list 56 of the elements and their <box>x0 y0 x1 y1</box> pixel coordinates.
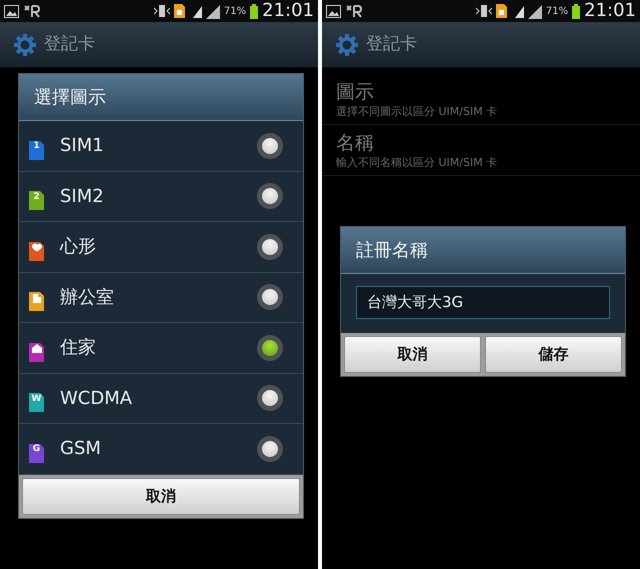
battery-icon <box>572 4 580 18</box>
icon-option[interactable]: 住家 <box>19 323 303 374</box>
signal-icon <box>528 4 542 18</box>
option-label: 住家 <box>60 336 97 360</box>
option-label: GSM <box>60 437 102 462</box>
vibrate-icon <box>476 4 492 18</box>
name-field[interactable]: 台灣大哥大3G <box>356 286 610 319</box>
vibrate-icon <box>154 4 170 18</box>
sim-icon <box>174 4 185 18</box>
signal-icon <box>206 4 220 18</box>
setting-summary: 選擇不同圖示以區分 UIM/SIM 卡 <box>336 104 498 120</box>
gear-icon <box>336 34 358 56</box>
usb-debug-icon <box>345 4 362 18</box>
battery-icon <box>250 4 258 18</box>
dialog-title: 選擇圖示 <box>19 74 303 121</box>
heart-icon <box>32 243 42 254</box>
dialog-button[interactable]: 取消 <box>344 336 481 373</box>
battery-percent: 71% <box>546 4 568 18</box>
usb-debug-icon <box>23 4 40 18</box>
icon-letter: W <box>30 392 42 406</box>
radio-button[interactable] <box>257 234 283 260</box>
icon-option[interactable]: 2 SIM2 <box>19 172 303 222</box>
option-label: WCDMA <box>60 386 134 411</box>
setting-summary: 輸入不同名稱以區分 UIM/SIM 卡 <box>336 155 498 171</box>
radio-button[interactable] <box>257 183 283 210</box>
dialog-button[interactable]: 儲存 <box>485 336 622 373</box>
option-label: SIM2 <box>60 184 105 209</box>
dialog-title: 註冊名稱 <box>341 227 625 274</box>
icon-option[interactable]: W WCDMA <box>19 374 303 424</box>
radio-button[interactable] <box>257 334 283 361</box>
radio-button[interactable] <box>257 385 283 412</box>
option-label: 心形 <box>60 235 97 260</box>
status-time: 21:01 <box>584 0 636 22</box>
option-label: SIM1 <box>60 134 105 158</box>
setting-title: 名稱 <box>336 131 375 155</box>
status-time: 21:01 <box>262 0 314 22</box>
gallery-icon <box>326 4 341 18</box>
icon-letter: 2 <box>32 190 41 204</box>
dialog-button[interactable]: 取消 <box>22 478 300 514</box>
battery-percent: 71% <box>224 4 246 18</box>
screen-title: 登記卡 <box>366 32 417 56</box>
gallery-icon <box>4 4 19 18</box>
setting-title: 圖示 <box>336 80 375 104</box>
home-icon <box>32 344 42 354</box>
icon-option[interactable]: 1 SIM1 <box>19 121 303 172</box>
radio-button[interactable] <box>257 436 283 462</box>
sim-icon <box>496 4 507 18</box>
icon-letter: 1 <box>32 140 41 154</box>
icon-letter: G <box>32 443 42 456</box>
icon-option[interactable]: 心形 <box>19 222 303 272</box>
screen-title: 登記卡 <box>44 32 95 56</box>
radio-button[interactable] <box>257 284 283 310</box>
gear-icon <box>14 34 36 56</box>
radio-button[interactable] <box>257 132 283 159</box>
option-label: 辦公室 <box>60 286 115 310</box>
icon-option[interactable]: 辦公室 <box>19 272 303 323</box>
